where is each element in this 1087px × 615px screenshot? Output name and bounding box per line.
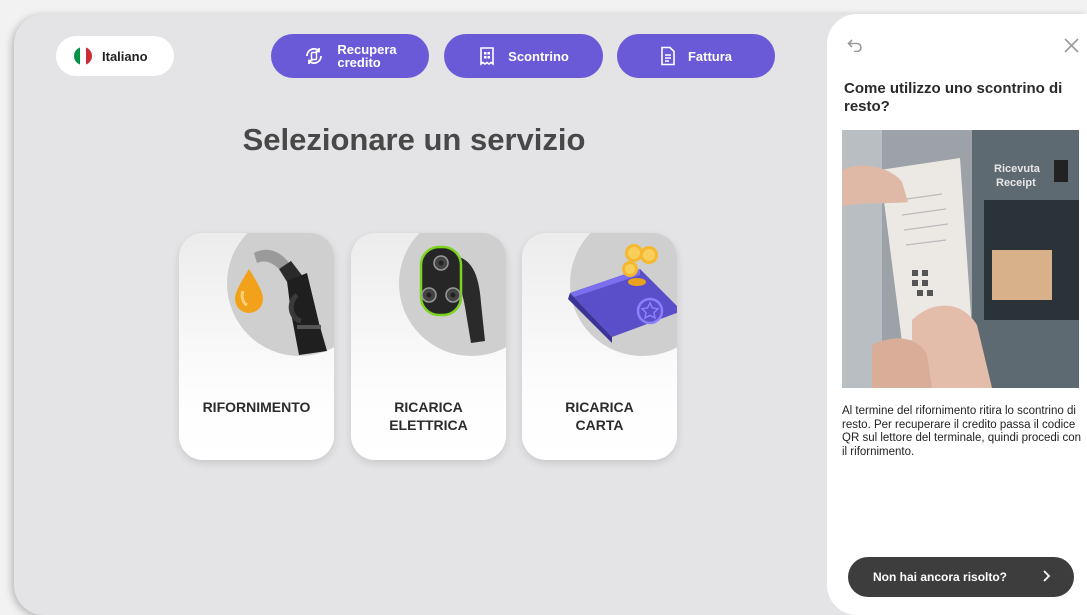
help-title: Come utilizzo uno scontrino di resto? (844, 80, 1063, 115)
service-card-ev-charging[interactable]: RICARICA ELETTRICA (351, 233, 506, 460)
close-icon[interactable] (1064, 38, 1079, 53)
recover-credit-button[interactable]: Recupera credito (271, 34, 429, 78)
invoice-button[interactable]: Fattura (617, 34, 775, 78)
page-title: Selezionare un servizio (242, 122, 586, 157)
italy-flag-icon (74, 47, 92, 65)
receipt-photo: Ricevuta Receipt (842, 130, 1079, 388)
photo-sign-line2: Receipt (996, 177, 1036, 189)
service-card-card-topup[interactable]: RICARICA CARTA (522, 233, 677, 460)
still-not-solved-button[interactable]: Non hai ancora risolto? (848, 557, 1074, 597)
receipt-icon (480, 47, 494, 66)
card-coins-icon (568, 244, 677, 343)
invoice-label: Fattura (687, 48, 733, 64)
document-icon (661, 46, 675, 66)
fuel-nozzle-icon (235, 249, 327, 355)
language-label: Italiano (102, 48, 148, 64)
kiosk-screen: Italiano Recupera credito Scontrino Fatt… (14, 14, 1087, 615)
recover-credit-label: Recupera credito (337, 43, 396, 69)
back-icon[interactable] (847, 38, 863, 52)
ev-plug-icon (419, 245, 485, 343)
service-label-ev-charging: RICARICA ELETTRICA (389, 399, 468, 433)
coin-refresh-icon (306, 48, 323, 64)
language-selector[interactable]: Italiano (56, 36, 174, 76)
service-label-card-topup: RICARICA CARTA (565, 399, 634, 433)
still-not-solved-label: Non hai ancora risolto? (873, 570, 1008, 584)
help-body-text: Al termine del rifornimento ritira lo sc… (842, 405, 1082, 458)
photo-sign-line1: Ricevuta (994, 163, 1041, 175)
recover-label-line2: credito (337, 55, 381, 70)
service-label-refuel: RIFORNIMENTO (202, 399, 311, 415)
receipt-button[interactable]: Scontrino (444, 34, 603, 78)
service-card-refuel[interactable]: RIFORNIMENTO (179, 233, 334, 460)
chevron-right-icon (1043, 570, 1051, 582)
help-panel: Come utilizzo uno scontrino di resto? Ri… (827, 14, 1087, 615)
receipt-label: Scontrino (508, 48, 569, 64)
